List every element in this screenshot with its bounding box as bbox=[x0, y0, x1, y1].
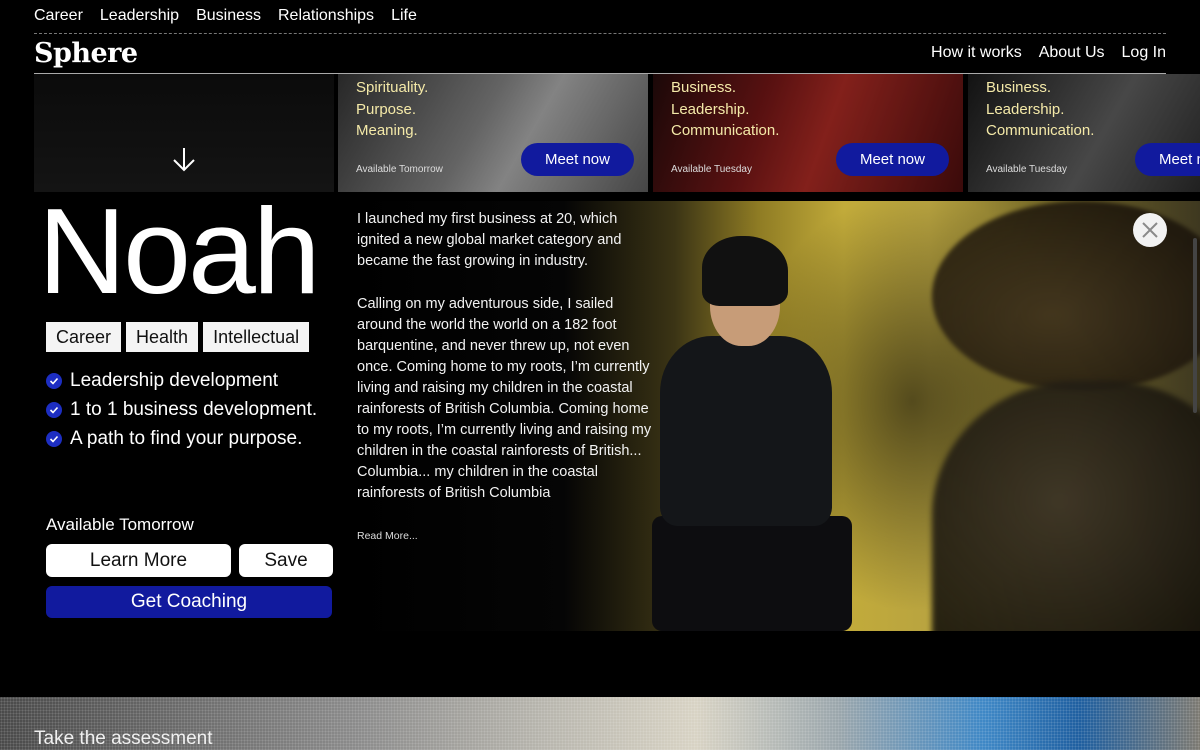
read-more-link[interactable]: Read More... bbox=[357, 530, 418, 542]
nav-relationships[interactable]: Relationships bbox=[278, 7, 374, 25]
card-tag: Leadership. bbox=[671, 100, 750, 118]
coach-name: Noah bbox=[38, 183, 321, 319]
nav-how-it-works[interactable]: How it works bbox=[931, 44, 1022, 62]
get-coaching-button[interactable]: Get Coaching bbox=[46, 586, 332, 618]
coach-highlights: Leadership development 1 to 1 business d… bbox=[46, 366, 317, 453]
card-tag: Business. bbox=[986, 79, 1052, 96]
nav-life[interactable]: Life bbox=[391, 7, 417, 25]
coach-bio: I launched my first business at 20, whic… bbox=[357, 209, 652, 526]
bio-paragraph: I launched my first business at 20, whic… bbox=[357, 211, 622, 269]
card-tag: Spirituality. bbox=[356, 79, 429, 96]
card-tag: Business. bbox=[671, 79, 737, 96]
coach-card[interactable]: Business. Leadership. Communication. Ava… bbox=[968, 74, 1200, 192]
site-logo[interactable]: Sphere bbox=[34, 38, 138, 69]
card-availability: Available Tomorrow bbox=[356, 164, 443, 175]
card-tags: Spirituality. Purpose. Meaning. bbox=[356, 77, 428, 142]
highlight-text: A path to find your purpose. bbox=[70, 427, 303, 449]
check-icon bbox=[46, 401, 62, 418]
card-tag: Purpose. bbox=[356, 100, 417, 118]
learn-more-button[interactable]: Learn More bbox=[46, 544, 231, 577]
card-tag: Leadership. bbox=[986, 100, 1065, 118]
foreground-shoulder bbox=[932, 381, 1200, 631]
check-icon bbox=[46, 430, 62, 447]
meet-now-button[interactable]: Meet now bbox=[520, 143, 634, 176]
close-button[interactable] bbox=[1133, 213, 1167, 247]
meet-now-button[interactable]: Meet now bbox=[835, 143, 949, 176]
highlight-item: A path to find your purpose. bbox=[46, 424, 317, 453]
coach-availability: Available Tomorrow bbox=[46, 515, 194, 534]
highlight-text: 1 to 1 business development. bbox=[70, 398, 318, 420]
card-tags: Business. Leadership. Communication. bbox=[671, 77, 779, 142]
bio-paragraph: Calling on my adventurous side, I sailed… bbox=[357, 296, 652, 501]
highlight-item: Leadership development bbox=[46, 366, 317, 395]
close-icon bbox=[1142, 222, 1158, 238]
category-nav: Career Leadership Business Relationships… bbox=[34, 7, 417, 25]
nav-about-us[interactable]: About Us bbox=[1039, 44, 1105, 62]
scrollbar[interactable] bbox=[1193, 238, 1197, 413]
card-tags: Business. Leadership. Communication. bbox=[986, 77, 1094, 142]
coach-categories: Career Health Intellectual bbox=[46, 322, 310, 352]
card-tag: Meaning. bbox=[356, 122, 418, 139]
highlight-item: 1 to 1 business development. bbox=[46, 395, 317, 424]
nav-business[interactable]: Business bbox=[196, 7, 261, 25]
check-icon bbox=[46, 372, 62, 389]
card-availability: Available Tuesday bbox=[671, 164, 752, 175]
coach-card[interactable]: Business. Leadership. Communication. Ava… bbox=[653, 74, 963, 192]
take-assessment-link[interactable]: Take the assessment bbox=[34, 728, 212, 750]
coach-card[interactable]: Spirituality. Purpose. Meaning. Availabl… bbox=[338, 74, 648, 192]
card-tag: Communication. bbox=[986, 122, 1095, 139]
category-chip: Health bbox=[126, 322, 199, 352]
category-chip: Career bbox=[46, 322, 122, 352]
main-nav: How it works About Us Log In bbox=[931, 44, 1166, 62]
category-chip: Intellectual bbox=[203, 322, 310, 352]
nav-leadership[interactable]: Leadership bbox=[100, 7, 179, 25]
nav-log-in[interactable]: Log In bbox=[1122, 44, 1166, 62]
meet-now-button[interactable]: Meet now bbox=[1134, 143, 1200, 176]
arrow-down-icon[interactable] bbox=[170, 145, 198, 173]
nav-divider bbox=[34, 33, 1166, 34]
header-divider bbox=[34, 73, 1166, 74]
nav-career[interactable]: Career bbox=[34, 7, 83, 25]
card-tag: Communication. bbox=[671, 122, 780, 139]
coach-portrait bbox=[632, 236, 892, 631]
card-availability: Available Tuesday bbox=[986, 164, 1067, 175]
save-button[interactable]: Save bbox=[239, 544, 333, 577]
carousel-left-panel bbox=[34, 74, 334, 192]
highlight-text: Leadership development bbox=[70, 369, 279, 391]
